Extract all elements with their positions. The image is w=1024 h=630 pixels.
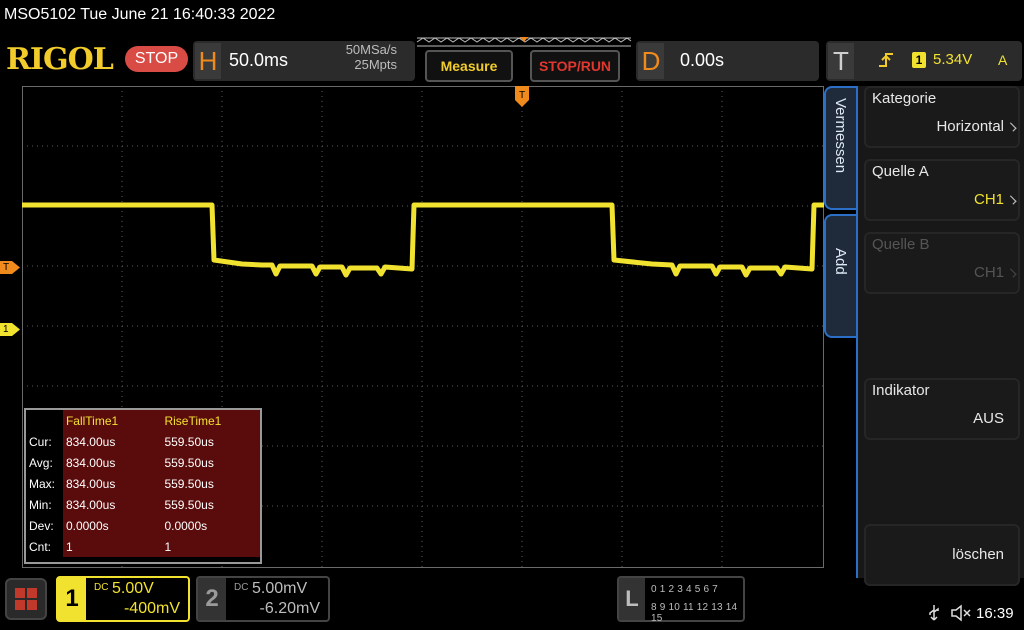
run-state-badge[interactable]: STOP	[125, 46, 188, 72]
table-row: Dev: 0.0000s 0.0000s	[26, 515, 260, 536]
menu-quelle-b: Quelle B CH1	[864, 232, 1020, 294]
quelle-b-value: CH1	[973, 264, 1004, 281]
channel2-number: 2	[198, 578, 226, 620]
bottom-bar: 1 DC 5.00V -400mV 2 DC 5.00mV -6.20mV L …	[0, 570, 1024, 630]
la-channels-row2: 8 9 10 11 12 13 14 15	[651, 602, 738, 624]
model-date-label: MSO5102 Tue June 21 16:40:33 2022	[4, 6, 276, 23]
falltime-value: 834.00us	[62, 494, 162, 515]
table-row: Cnt: 1 1	[26, 536, 260, 557]
channel1-number: 1	[58, 578, 86, 620]
trigger-level-marker[interactable]: T	[0, 261, 20, 274]
speaker-muted-icon[interactable]	[950, 604, 972, 622]
falltime-value: 834.00us	[62, 452, 162, 473]
trigger-level: 5.34V	[933, 51, 973, 68]
channel2-settings[interactable]: 2 DC 5.00mV -6.20mV	[196, 576, 330, 622]
svg-text:T: T	[519, 90, 525, 101]
measurement-header-blank	[26, 410, 63, 431]
channel1-scale: 5.00V	[112, 580, 154, 597]
delay-letter: D	[638, 43, 664, 79]
menu-kategorie[interactable]: Kategorie Horizontal	[864, 86, 1020, 148]
measure-button[interactable]: Measure	[425, 50, 513, 82]
title-bar: MSO5102 Tue June 21 16:40:33 2022	[0, 0, 1024, 34]
falltime-value: 834.00us	[62, 473, 162, 494]
measurement-header-row: FallTime1 RiseTime1	[26, 410, 260, 431]
row-label: Dev:	[29, 518, 54, 533]
app-menu-button[interactable]	[5, 578, 47, 620]
kategorie-label: Kategorie	[872, 90, 937, 107]
risetime-header: RiseTime1	[161, 410, 260, 431]
channel1-offset-marker[interactable]: 1	[0, 323, 20, 336]
tab-add[interactable]: Add	[824, 214, 856, 338]
row-label: Cnt:	[29, 539, 52, 554]
risetime-value: 0.0000s	[161, 515, 260, 536]
measure-menu: Kategorie Horizontal Quelle A CH1 Quelle…	[856, 86, 1024, 586]
memory-position-indicator	[416, 37, 632, 47]
trigger-letter: T	[828, 43, 854, 79]
channel2-coupling-dc-icon: DC	[234, 582, 249, 593]
falltime-header: FallTime1	[62, 410, 162, 431]
table-row: Min: 834.00us 559.50us	[26, 494, 260, 515]
measurement-table[interactable]: FallTime1 RiseTime1 Cur: 834.00us 559.50…	[24, 408, 262, 564]
channel2-offset: -6.20mV	[259, 600, 320, 617]
indikator-label: Indikator	[872, 382, 930, 399]
rigol-logo: RIGOL	[6, 42, 114, 77]
tab-vermessen-label: Vermessen	[832, 98, 849, 174]
clock-time: 16:39	[976, 605, 1014, 622]
horizontal-letter: H	[195, 43, 221, 79]
rising-edge-icon	[879, 53, 893, 67]
risetime-value: 559.50us	[161, 431, 260, 452]
sample-rate: 50MSa/s	[345, 42, 397, 57]
quelle-a-label: Quelle A	[872, 163, 929, 180]
channel1-coupling-dc-icon: DC	[94, 582, 109, 593]
logic-analyzer-settings[interactable]: L 0 1 2 3 4 5 6 7 8 9 10 11 12 13 14 15	[617, 576, 745, 624]
la-letter: L	[619, 578, 645, 620]
table-row: Avg: 834.00us 559.50us	[26, 452, 260, 473]
chevron-right-icon	[1007, 122, 1017, 132]
row-label: Max:	[29, 476, 56, 491]
trigger-settings[interactable]: T 1 5.34V A	[826, 41, 1022, 81]
kategorie-value: Horizontal	[936, 118, 1004, 135]
usb-icon[interactable]	[926, 604, 942, 622]
row-label: Cur:	[29, 434, 52, 449]
falltime-value: 1	[62, 536, 162, 557]
loeschen-label: löschen	[952, 546, 1004, 563]
sample-info: 50MSa/s 25Mpts	[346, 42, 397, 72]
side-tabs: Vermessen Add	[824, 86, 858, 338]
memory-depth: 25Mpts	[354, 57, 397, 72]
delay-settings[interactable]: D 0.00s	[636, 41, 819, 81]
table-row: Max: 834.00us 559.50us	[26, 473, 260, 494]
table-row: Cur: 834.00us 559.50us	[26, 431, 260, 452]
row-label: Avg:	[29, 455, 53, 470]
stop-run-button[interactable]: STOP/RUN	[530, 50, 620, 82]
horizontal-settings[interactable]: H 50.0ms 50MSa/s 25Mpts	[193, 41, 415, 81]
risetime-value: 559.50us	[161, 473, 260, 494]
quelle-a-value: CH1	[973, 191, 1004, 208]
chevron-right-icon	[1007, 268, 1017, 278]
top-bar: RIGOL STOP H 50.0ms 50MSa/s 25Mpts Measu…	[0, 34, 1024, 86]
risetime-value: 1	[161, 536, 260, 557]
trigger-source: 1	[912, 52, 926, 68]
grid-icon	[15, 588, 37, 610]
channel1-settings[interactable]: 1 DC 5.00V -400mV	[56, 576, 190, 622]
risetime-value: 559.50us	[161, 452, 260, 473]
tab-vermessen[interactable]: Vermessen	[824, 86, 856, 210]
menu-quelle-a[interactable]: Quelle A CH1	[864, 159, 1020, 221]
quelle-b-label: Quelle B	[872, 236, 930, 253]
delay-value: 0.00s	[680, 50, 725, 70]
tab-add-label: Add	[832, 248, 849, 275]
la-channels-row1: 0 1 2 3 4 5 6 7	[651, 584, 718, 595]
indikator-value: AUS	[973, 410, 1004, 427]
channel1-offset: -400mV	[123, 600, 180, 617]
trigger-position-marker[interactable]: T	[515, 86, 529, 108]
trigger-mode: A	[998, 52, 1008, 68]
channel2-scale: 5.00mV	[252, 580, 308, 597]
risetime-value: 559.50us	[161, 494, 260, 515]
falltime-value: 0.0000s	[62, 515, 162, 536]
chevron-right-icon	[1007, 195, 1017, 205]
falltime-value: 834.00us	[62, 431, 162, 452]
row-label: Min:	[29, 497, 52, 512]
menu-indikator[interactable]: Indikator AUS	[864, 378, 1020, 440]
timebase-value: 50.0ms	[229, 50, 289, 70]
